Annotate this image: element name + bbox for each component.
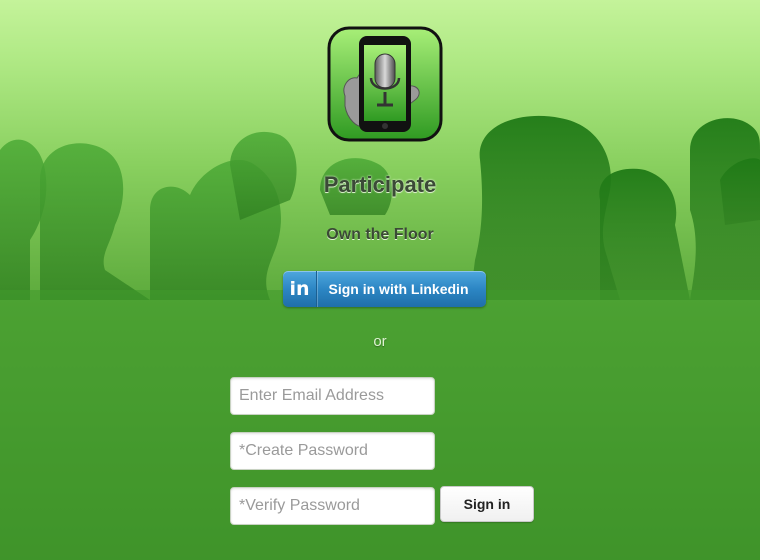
signin-button[interactable]: Sign in: [440, 486, 534, 522]
linkedin-logo-text: in: [289, 278, 310, 300]
linkedin-signin-label: Sign in with Linkedin: [328, 281, 469, 297]
or-separator: or: [373, 333, 387, 350]
linkedin-signin-button[interactable]: in Sign in with Linkedin: [283, 271, 486, 307]
verify-password-field[interactable]: [230, 487, 435, 525]
app-logo: [327, 26, 443, 142]
create-password-field[interactable]: [230, 432, 435, 470]
microphone-phone-icon: [327, 26, 443, 142]
app-tagline: Own the Floor: [326, 226, 434, 243]
email-field[interactable]: [230, 377, 435, 415]
app-title: Participate: [323, 172, 437, 197]
linkedin-icon: in: [283, 271, 317, 307]
